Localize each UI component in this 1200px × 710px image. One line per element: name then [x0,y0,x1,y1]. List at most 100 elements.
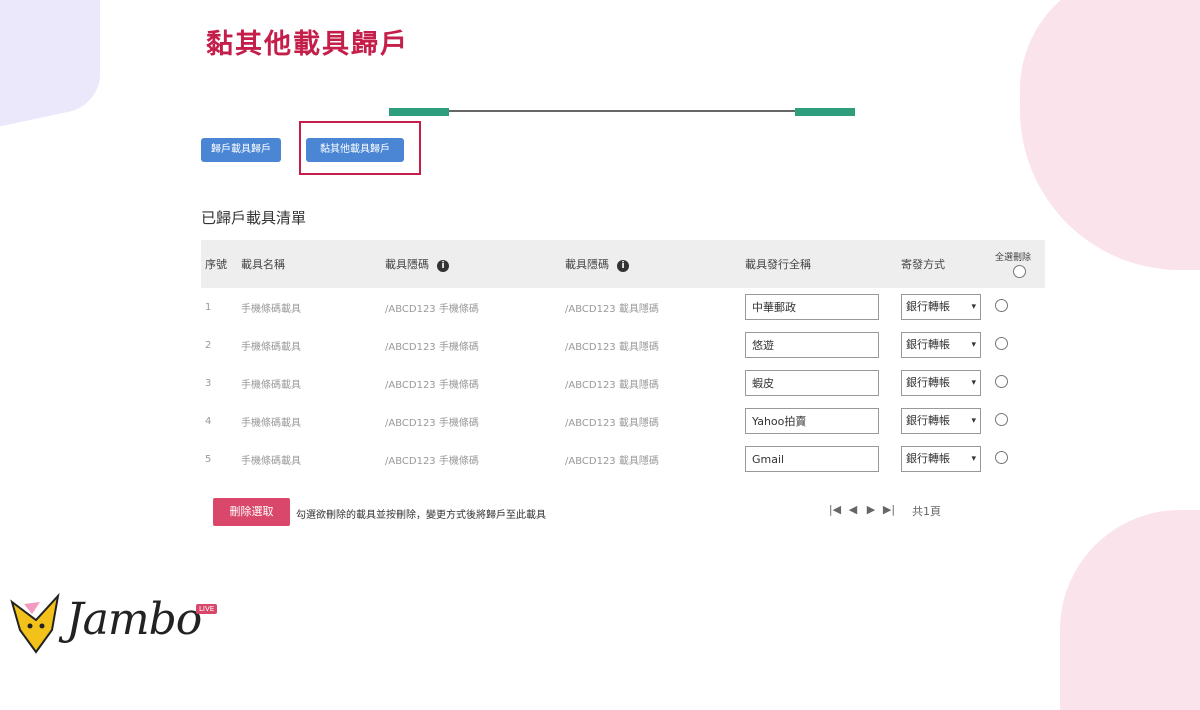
row-carrier-code: /ABCD123 載具隱碼 [565,341,659,353]
decor-corner-top-right [1020,0,1200,270]
row-issuer-cell [741,440,897,478]
table-row: 5 手機條碼載具 /ABCD123 手機條碼 /ABCD123 載具隱碼 銀行轉… [201,440,1045,478]
row-method-cell: 銀行轉帳 ▾ [897,402,991,440]
method-select[interactable]: 銀行轉帳 ▾ [901,332,981,358]
info-icon[interactable]: i [437,260,449,272]
row-index: 3 [205,377,212,389]
row-select-radio[interactable] [995,299,1008,312]
col-carrier-id-label: 載具隱碼 [385,258,429,271]
row-name: 手機條碼載具 [241,379,301,391]
progress-step-start [389,108,449,116]
tab-carrier-account[interactable]: 歸戶載具歸戶 [201,138,281,162]
row-radio-cell [991,440,1045,478]
issuer-input[interactable] [745,332,879,358]
table-row: 3 手機條碼載具 /ABCD123 手機條碼 /ABCD123 載具隱碼 銀行轉… [201,364,1045,402]
method-value: 銀行轉帳 [906,338,950,351]
decor-corner-top-left [0,0,100,135]
first-page-icon[interactable]: |◀ [826,503,844,519]
method-value: 銀行轉帳 [906,452,950,465]
info-icon[interactable]: i [617,260,629,272]
row-index: 2 [205,339,212,351]
live-badge: LIVE [196,604,218,614]
chevron-down-icon: ▾ [971,302,976,312]
delete-note: 勾選欲刪除的載具並按刪除，變更方式後將歸戶至此載具 [296,510,546,521]
row-issuer-cell [741,364,897,402]
col-index: 序號 [201,240,237,288]
method-select[interactable]: 銀行轉帳 ▾ [901,370,981,396]
method-select[interactable]: 銀行轉帳 ▾ [901,446,981,472]
row-radio-cell [991,288,1045,326]
col-issuer: 載具發行全稱 [741,240,897,288]
next-page-icon[interactable]: ▶ [862,503,880,519]
row-carrier-id: /ABCD123 手機條碼 [385,455,479,467]
row-select-radio[interactable] [995,451,1008,464]
jambo-logo: Jambo LIVE [6,590,226,660]
issuer-input[interactable] [745,446,879,472]
table-header-row: 序號 載具名稱 載具隱碼 i 載具隱碼 i 載具發行全稱 寄發方式 全選刪除 [201,240,1045,288]
row-name: 手機條碼載具 [241,455,301,467]
progress-step-end [795,108,855,116]
method-select[interactable]: 銀行轉帳 ▾ [901,408,981,434]
row-carrier-id: /ABCD123 手機條碼 [385,379,479,391]
method-value: 銀行轉帳 [906,300,950,313]
step-progress-bar [389,108,855,118]
section-title: 已歸戶載具清單 [201,209,307,227]
row-carrier-id: /ABCD123 手機條碼 [385,303,479,315]
row-method-cell: 銀行轉帳 ▾ [897,326,991,364]
row-index: 1 [205,301,212,313]
logo-text: Jambo [66,594,202,645]
pagination: |◀ ◀ ▶ ▶| 共1頁 [826,503,941,519]
pineapple-mascot-icon [10,592,60,654]
last-page-icon[interactable]: ▶| [880,503,898,519]
row-index: 4 [205,415,212,427]
page-title: 黏其他載具歸戶 [206,29,409,60]
row-index: 5 [205,453,212,465]
row-carrier-code: /ABCD123 載具隱碼 [565,379,659,391]
decor-corner-bottom-right [1060,510,1200,710]
page-count: 共1頁 [912,505,941,518]
row-issuer-cell [741,288,897,326]
table-row: 1 手機條碼載具 /ABCD123 手機條碼 /ABCD123 載具隱碼 銀行轉… [201,288,1045,326]
issuer-input[interactable] [745,370,879,396]
highlight-frame [299,121,421,175]
chevron-down-icon: ▾ [971,378,976,388]
row-carrier-code: /ABCD123 載具隱碼 [565,455,659,467]
row-radio-cell [991,364,1045,402]
row-method-cell: 銀行轉帳 ▾ [897,364,991,402]
row-carrier-code: /ABCD123 載具隱碼 [565,417,659,429]
select-all-radio[interactable] [1013,265,1026,278]
row-carrier-id: /ABCD123 手機條碼 [385,341,479,353]
row-issuer-cell [741,326,897,364]
chevron-down-icon: ▾ [971,340,976,350]
row-carrier-code: /ABCD123 載具隱碼 [565,303,659,315]
row-name: 手機條碼載具 [241,303,301,315]
row-method-cell: 銀行轉帳 ▾ [897,288,991,326]
row-method-cell: 銀行轉帳 ▾ [897,440,991,478]
method-value: 銀行轉帳 [906,376,950,389]
issuer-input[interactable] [745,408,879,434]
col-name: 載具名稱 [237,240,381,288]
col-carrier-code-label: 載具隱碼 [565,258,609,271]
row-name: 手機條碼載具 [241,341,301,353]
col-carrier-id: 載具隱碼 i [381,240,561,288]
row-issuer-cell [741,402,897,440]
progress-line [389,110,855,112]
delete-button[interactable]: 刪除選取 [213,498,290,526]
select-all-label: 全選刪除 [995,253,1032,263]
row-carrier-id: /ABCD123 手機條碼 [385,417,479,429]
row-name: 手機條碼載具 [241,417,301,429]
row-select-radio[interactable] [995,337,1008,350]
prev-page-icon[interactable]: ◀ [844,503,862,519]
carrier-table: 序號 載具名稱 載具隱碼 i 載具隱碼 i 載具發行全稱 寄發方式 全選刪除 1 手… [201,240,1045,478]
col-method: 寄發方式 [897,240,991,288]
col-carrier-code: 載具隱碼 i [561,240,741,288]
table-row: 2 手機條碼載具 /ABCD123 手機條碼 /ABCD123 載具隱碼 銀行轉… [201,326,1045,364]
chevron-down-icon: ▾ [971,416,976,426]
row-select-radio[interactable] [995,375,1008,388]
row-select-radio[interactable] [995,413,1008,426]
method-select[interactable]: 銀行轉帳 ▾ [901,294,981,320]
issuer-input[interactable] [745,294,879,320]
col-select-all: 全選刪除 [991,240,1045,288]
row-radio-cell [991,402,1045,440]
chevron-down-icon: ▾ [971,454,976,464]
